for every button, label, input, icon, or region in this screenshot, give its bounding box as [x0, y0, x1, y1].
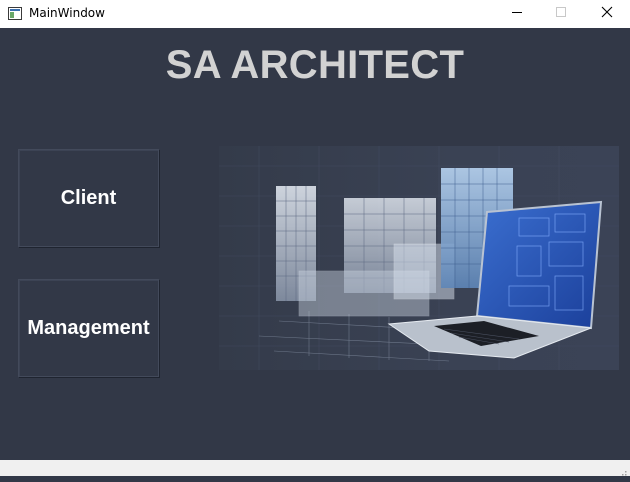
close-button[interactable] [584, 0, 630, 28]
minimize-button[interactable] [494, 0, 540, 28]
app-title: SA ARCHITECT [165, 43, 465, 87]
status-bar [0, 460, 630, 476]
window-title: MainWindow [29, 6, 105, 20]
maximize-button[interactable] [538, 0, 584, 28]
client-button[interactable]: Client [18, 149, 159, 247]
management-button[interactable]: Management [18, 279, 159, 377]
hero-image [219, 146, 619, 370]
resize-grip-icon[interactable] [618, 464, 628, 476]
maximize-icon [555, 5, 567, 23]
app-window-icon [8, 7, 22, 20]
close-icon [601, 5, 613, 23]
main-window-content: SA ARCHITECT Client Management [0, 28, 630, 460]
window-titlebar[interactable]: MainWindow [0, 0, 630, 28]
minimize-icon [511, 5, 523, 23]
